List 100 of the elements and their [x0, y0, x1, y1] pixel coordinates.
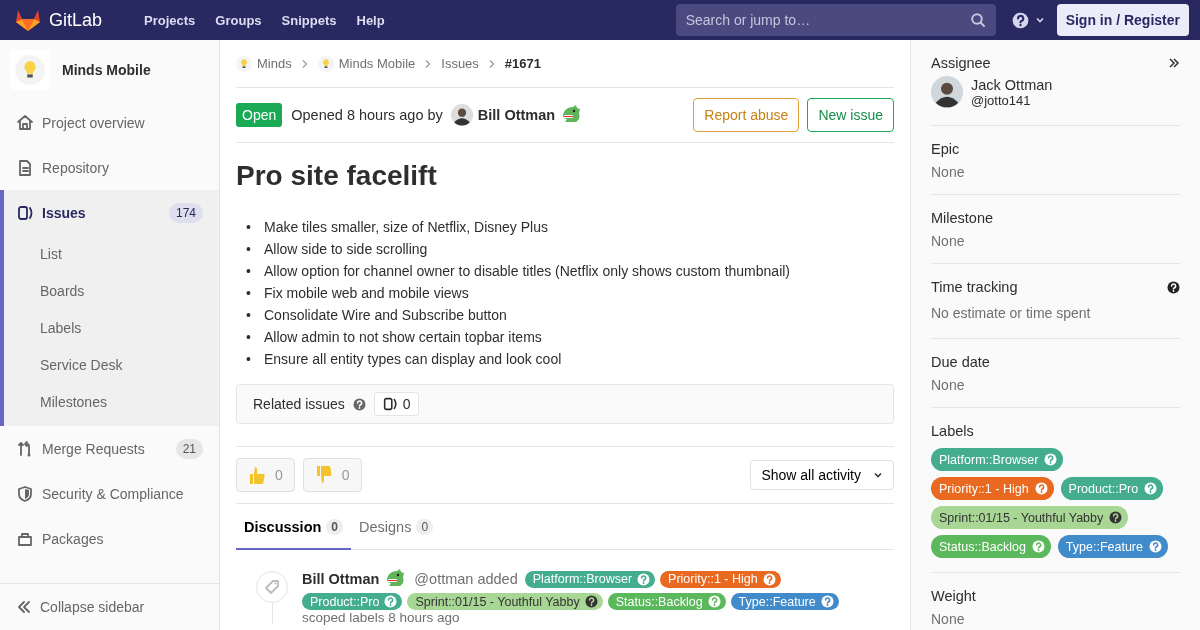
list-item: Consolidate Wire and Subscribe button — [264, 306, 507, 325]
sidebar-item[interactable]: Security & Compliance — [0, 471, 219, 516]
bullet: • — [246, 218, 252, 237]
issues-icon — [381, 396, 398, 412]
thumbs-up-icon — [249, 466, 265, 484]
nav-link[interactable]: Help — [346, 12, 395, 28]
count-badge: 174 — [168, 202, 203, 223]
sidebar-item[interactable]: Packages — [0, 516, 219, 561]
search-field[interactable]: Search or jump to… — [675, 4, 996, 36]
section-heading: Milestone — [931, 209, 994, 227]
list-item: Allow side to side scrolling — [264, 240, 428, 259]
bullet: • — [246, 240, 252, 259]
sidebar-item[interactable]: Merge Requests 21 — [0, 426, 219, 471]
document-icon — [16, 158, 34, 177]
issue-title: Pro site facelift — [236, 160, 438, 192]
chevron-right-icon — [487, 58, 496, 69]
note-text: @ottman added — [414, 571, 518, 587]
section-value: No estimate or time spent — [931, 305, 1092, 323]
chevron-down-icon — [1034, 15, 1045, 25]
sidebar-subitem[interactable]: Boards — [4, 272, 219, 309]
count-badge: 0 — [326, 519, 344, 535]
breadcrumb-link[interactable]: Minds — [236, 55, 292, 72]
section-value: None — [931, 233, 966, 249]
section-heading: Assignee — [931, 54, 991, 72]
search-icon — [969, 12, 986, 28]
author-name[interactable]: Bill Ottman — [302, 571, 380, 587]
help-icon — [1149, 540, 1162, 553]
shield-icon — [16, 484, 34, 503]
help-icon — [1144, 482, 1158, 495]
help-icon — [1011, 11, 1029, 29]
help-icon — [1109, 511, 1123, 524]
help-icon — [762, 572, 776, 586]
issues-icon — [16, 203, 34, 222]
related-count-badge[interactable]: 0 — [373, 392, 419, 416]
sidebar-subitem[interactable]: Service Desk — [4, 346, 219, 383]
help-icon — [352, 397, 366, 411]
double-chevron-right-icon[interactable] — [1168, 57, 1180, 69]
nav-link[interactable]: Snippets — [271, 12, 347, 28]
help-icon — [707, 595, 721, 608]
note-footer: scoped labels 8 hours ago — [302, 611, 862, 624]
label-tag[interactable]: Sprint::01/15 - Youthful Yabby — [931, 506, 1129, 529]
double-chevron-left-icon — [16, 599, 32, 615]
sidebar-subitem[interactable]: List — [4, 235, 219, 272]
chevron-down-icon — [873, 470, 883, 480]
dragon-icon — [560, 105, 583, 125]
sign-in-button[interactable]: Sign in / Register — [1056, 4, 1189, 36]
status-badge: Open — [236, 103, 283, 127]
list-item: Fix mobile web and mobile views — [264, 284, 469, 303]
help-icon — [637, 572, 651, 586]
collapse-sidebar-button[interactable]: Collapse sidebar — [0, 583, 219, 630]
help-icon — [584, 595, 598, 608]
bullet: • — [246, 328, 252, 347]
project-name[interactable]: Minds Mobile — [62, 62, 151, 78]
bullet: • — [246, 306, 252, 325]
section-heading: Due date — [931, 353, 990, 371]
breadcrumb-link[interactable]: #1671 — [504, 56, 541, 71]
author-name[interactable]: Bill Ottman — [477, 107, 556, 123]
opened-text: Opened 8 hours ago by — [291, 107, 443, 123]
help-icon — [1034, 482, 1048, 495]
bullet: • — [246, 350, 252, 369]
section-heading: Labels — [931, 422, 974, 440]
breadcrumb-link[interactable]: Issues — [441, 56, 479, 71]
chevron-right-icon — [300, 58, 309, 69]
new-issue-button[interactable]: New issue — [807, 98, 894, 132]
breadcrumb-link[interactable]: Minds Mobile — [317, 55, 416, 72]
list-item: Allow option for channel owner to disable titles (Netflix only shows custom thumbnail) — [264, 262, 791, 281]
label-tag[interactable]: Sprint::01/15 - Youthful Yabby — [407, 593, 603, 610]
label-tag[interactable]: Priority::1 - High — [931, 477, 1054, 500]
sidebar-subitem[interactable]: Labels — [4, 309, 219, 346]
sidebar-subitem[interactable]: Milestones — [4, 383, 219, 420]
nav-link[interactable]: Projects — [134, 12, 206, 28]
home-icon — [16, 113, 34, 132]
nav-link[interactable]: Groups — [205, 12, 272, 28]
lightbulb-icon — [317, 55, 334, 72]
related-issues-label: Related issues — [253, 396, 345, 412]
help-icon — [384, 595, 398, 608]
sidebar-item[interactable]: Repository — [0, 145, 219, 190]
tab[interactable]: Designs 0 — [351, 506, 442, 550]
report-abuse-button[interactable]: Report abuse — [693, 98, 800, 132]
section-value: None — [931, 611, 966, 627]
list-item: Allow admin to not show certain topbar items — [264, 328, 542, 347]
assignee-username: @jotto141 — [971, 92, 1032, 108]
sidebar-item[interactable]: Issues 174 — [4, 190, 219, 235]
section-heading: Time tracking — [931, 278, 1018, 296]
list-item: Make tiles smaller, size of Netflix, Disney Plus — [264, 218, 548, 237]
brand-name[interactable]: GitLab — [49, 9, 103, 31]
dragon-icon — [384, 569, 407, 589]
help-icon — [820, 595, 834, 608]
activity-filter-dropdown[interactable]: Show all activity — [750, 460, 894, 490]
label-tag[interactable]: Type::Feature — [730, 593, 839, 610]
count-badge: 21 — [175, 438, 203, 459]
label-tag[interactable]: Priority::1 - High — [660, 570, 781, 588]
tab[interactable]: Discussion 0 — [236, 506, 352, 550]
assignee-name[interactable]: Jack Ottman — [971, 76, 1053, 93]
label-tag[interactable]: Type::Feature — [1057, 535, 1168, 558]
help-icon — [1031, 540, 1045, 553]
list-item: Ensure all entity types can display and look cool — [264, 350, 562, 369]
avatar — [931, 76, 963, 108]
section-heading: Weight — [931, 587, 976, 605]
sidebar-item[interactable]: Project overview — [0, 100, 219, 145]
